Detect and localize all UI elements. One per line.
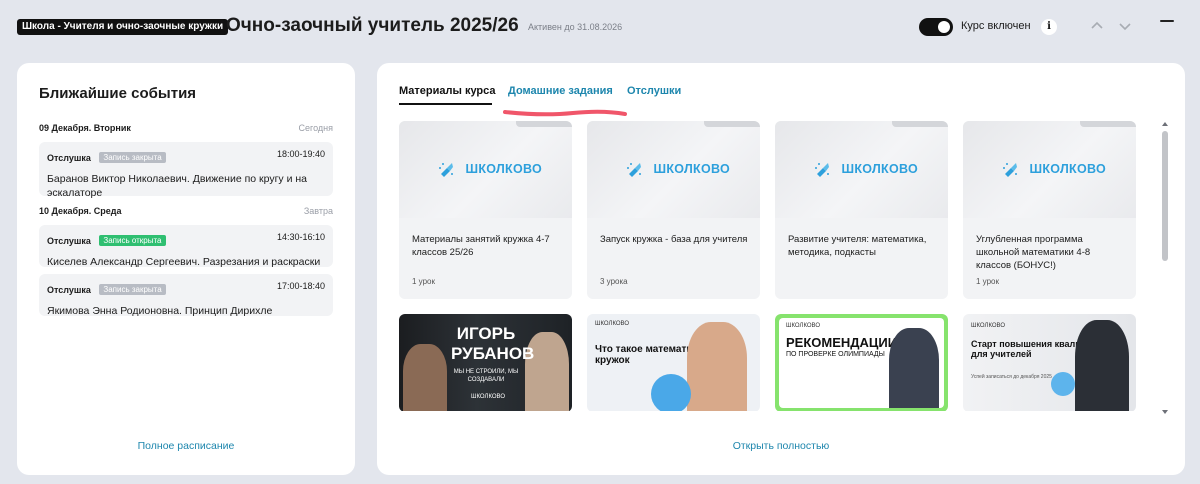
- lessons-count: 1 урок: [976, 277, 999, 286]
- lessons-count: 3 урока: [600, 277, 628, 286]
- menu-icon[interactable]: [1160, 20, 1174, 32]
- school-badge: Школа - Учителя и очно-заочные кружки: [17, 19, 229, 35]
- logo-text: ШКОЛКОВО: [1029, 162, 1107, 176]
- full-schedule-link[interactable]: Полное расписание: [17, 440, 355, 452]
- highlight-scribble: [503, 109, 627, 117]
- status-badge: Запись открыта: [99, 235, 166, 247]
- course-thumbnail: ШКОЛКОВО: [775, 121, 948, 218]
- promo-headline: ИГОРЬ РУБАНОВ: [451, 324, 535, 363]
- tab-materials[interactable]: Материалы курса: [399, 85, 496, 97]
- course-cards-grid: ШКОЛКОВО Материалы занятий кружка 4-7 кл…: [399, 121, 1139, 411]
- person-photo: [889, 328, 939, 408]
- tab-listenings[interactable]: Отслушки: [627, 85, 681, 97]
- scrollbar[interactable]: [1162, 121, 1168, 415]
- chevron-down-icon[interactable]: [1118, 19, 1132, 33]
- promo-subtitle: МЫ НЕ СТРОИЛИ, МЫ СОЗДАВАЛИ: [453, 369, 519, 383]
- rocket-logo-icon: [627, 163, 641, 177]
- course-thumbnail: ШКОЛКОВО: [587, 121, 760, 218]
- course-title: Запуск кружка - база для учителя: [600, 234, 748, 245]
- day-date: 10 Декабря. Среда: [39, 206, 122, 216]
- event-time: 17:00-18:40: [276, 281, 325, 291]
- decor-sphere: [1051, 372, 1075, 396]
- logo: ШКОЛКОВО: [813, 159, 918, 181]
- promo-brand: ШКОЛКОВО: [595, 321, 630, 327]
- upcoming-events-panel: Ближайшие события 09 Декабря. Вторник Се…: [17, 63, 355, 475]
- promo-card-recommendations[interactable]: ШКОЛКОВО РЕКОМЕНДАЦИИ ПО ПРОВЕРКЕ ОЛИМПИ…: [775, 314, 948, 411]
- course-thumbnail: ШКОЛКОВО: [963, 121, 1136, 218]
- promo-brand: ШКОЛКОВО: [971, 323, 1006, 329]
- active-tab-underline: [399, 103, 492, 105]
- course-enabled-label: Курс включен: [961, 20, 1031, 32]
- event-time: 18:00-19:40: [276, 149, 325, 159]
- active-until-text: Активен до 31.08.2026: [528, 22, 623, 32]
- promo-subtitle: ПО ПРОВЕРКЕ ОЛИМПИАДЫ: [786, 351, 885, 358]
- open-full-link[interactable]: Открыть полностью: [377, 440, 1185, 452]
- promo-card-podcast[interactable]: ИГОРЬ РУБАНОВ МЫ НЕ СТРОИЛИ, МЫ СОЗДАВАЛ…: [399, 314, 572, 411]
- tab-homework[interactable]: Домашние задания: [508, 85, 613, 97]
- course-title: Углубленная программа школьной математик…: [976, 234, 1091, 271]
- event-type: Отслушка: [47, 152, 91, 163]
- status-badge: Запись закрыта: [99, 152, 166, 164]
- event-description: Киселев Александр Сергеевич. Разрезания …: [47, 256, 321, 268]
- course-thumbnail: ШКОЛКОВО: [399, 121, 572, 218]
- rocket-logo-icon: [1003, 163, 1017, 177]
- scrollbar-thumb[interactable]: [1162, 131, 1168, 261]
- course-title: Развитие учителя: математика, методика, …: [788, 234, 927, 258]
- toggle-knob: [938, 21, 950, 33]
- person-photo: [687, 322, 747, 411]
- info-icon[interactable]: i: [1041, 19, 1057, 35]
- lessons-count: 1 урок: [412, 277, 435, 286]
- course-card[interactable]: ШКОЛКОВО Развитие учителя: математика, м…: [775, 121, 948, 299]
- rocket-logo-icon: [815, 163, 829, 177]
- day-header: 10 Декабря. Среда Завтра: [39, 206, 333, 216]
- event-description: Якимова Энна Родионовна. Принцип Дирихле: [47, 305, 273, 317]
- logo-text: ШКОЛКОВО: [465, 162, 543, 176]
- event-card[interactable]: Отслушка Запись закрыта 18:00-19:40 Бара…: [39, 142, 333, 199]
- decor-sphere: [651, 374, 691, 411]
- events-title: Ближайшие события: [39, 85, 197, 102]
- promo-brand: ШКОЛКОВО: [471, 394, 506, 400]
- logo-text: ШКОЛКОВО: [653, 162, 731, 176]
- person-photo: [1075, 320, 1129, 411]
- status-badge: Запись закрыта: [99, 284, 166, 296]
- person-photo: [403, 344, 447, 411]
- promo-brand: ШКОЛКОВО: [786, 323, 821, 329]
- logo-text: ШКОЛКОВО: [841, 162, 919, 176]
- course-title: Материалы занятий кружка 4-7 классов 25/…: [412, 234, 550, 258]
- logo: ШКОЛКОВО: [1001, 159, 1106, 181]
- promo-headline: РЕКОМЕНДАЦИИ: [786, 335, 898, 350]
- course-enabled-toggle[interactable]: [919, 18, 953, 36]
- event-card[interactable]: Отслушка Запись закрыта 17:00-18:40 Яким…: [39, 274, 333, 317]
- promo-card-circle[interactable]: ШКОЛКОВО Что такое математический кружок: [587, 314, 760, 411]
- scroll-down-arrow-icon[interactable]: [1162, 409, 1168, 415]
- course-card[interactable]: ШКОЛКОВО Углубленная программа школьной …: [963, 121, 1136, 299]
- page-title: Очно-заочный учитель 2025/26: [226, 15, 519, 36]
- day-relative: Сегодня: [298, 123, 334, 133]
- course-card[interactable]: ШКОЛКОВО Материалы занятий кружка 4-7 кл…: [399, 121, 572, 299]
- chevron-up-icon[interactable]: [1090, 19, 1104, 33]
- course-materials-panel: Материалы курса Домашние задания Отслушк…: [377, 63, 1185, 475]
- day-date: 09 Декабря. Вторник: [39, 123, 131, 133]
- event-time: 14:30-16:10: [276, 232, 325, 242]
- day-relative: Завтра: [303, 206, 333, 216]
- event-type: Отслушка: [47, 235, 91, 246]
- promo-card-qualification[interactable]: ШКОЛКОВО Старт повышения квалификации дл…: [963, 314, 1136, 411]
- day-header: 09 Декабря. Вторник Сегодня: [39, 123, 333, 133]
- rocket-logo-icon: [439, 163, 453, 177]
- logo: ШКОЛКОВО: [437, 159, 542, 181]
- logo: ШКОЛКОВО: [625, 159, 730, 181]
- course-header: Школа - Учителя и очно-заочные кружки Оч…: [0, 0, 1200, 54]
- scroll-up-arrow-icon[interactable]: [1162, 121, 1168, 127]
- event-card[interactable]: Отслушка Запись открыта 14:30-16:10 Кисе…: [39, 225, 333, 268]
- event-type: Отслушка: [47, 284, 91, 295]
- event-description: Баранов Виктор Николаевич. Движение по к…: [47, 173, 307, 199]
- course-card[interactable]: ШКОЛКОВО Запуск кружка - база для учител…: [587, 121, 760, 299]
- promo-subtitle: Успей записаться до декабря 2025: [971, 374, 1052, 380]
